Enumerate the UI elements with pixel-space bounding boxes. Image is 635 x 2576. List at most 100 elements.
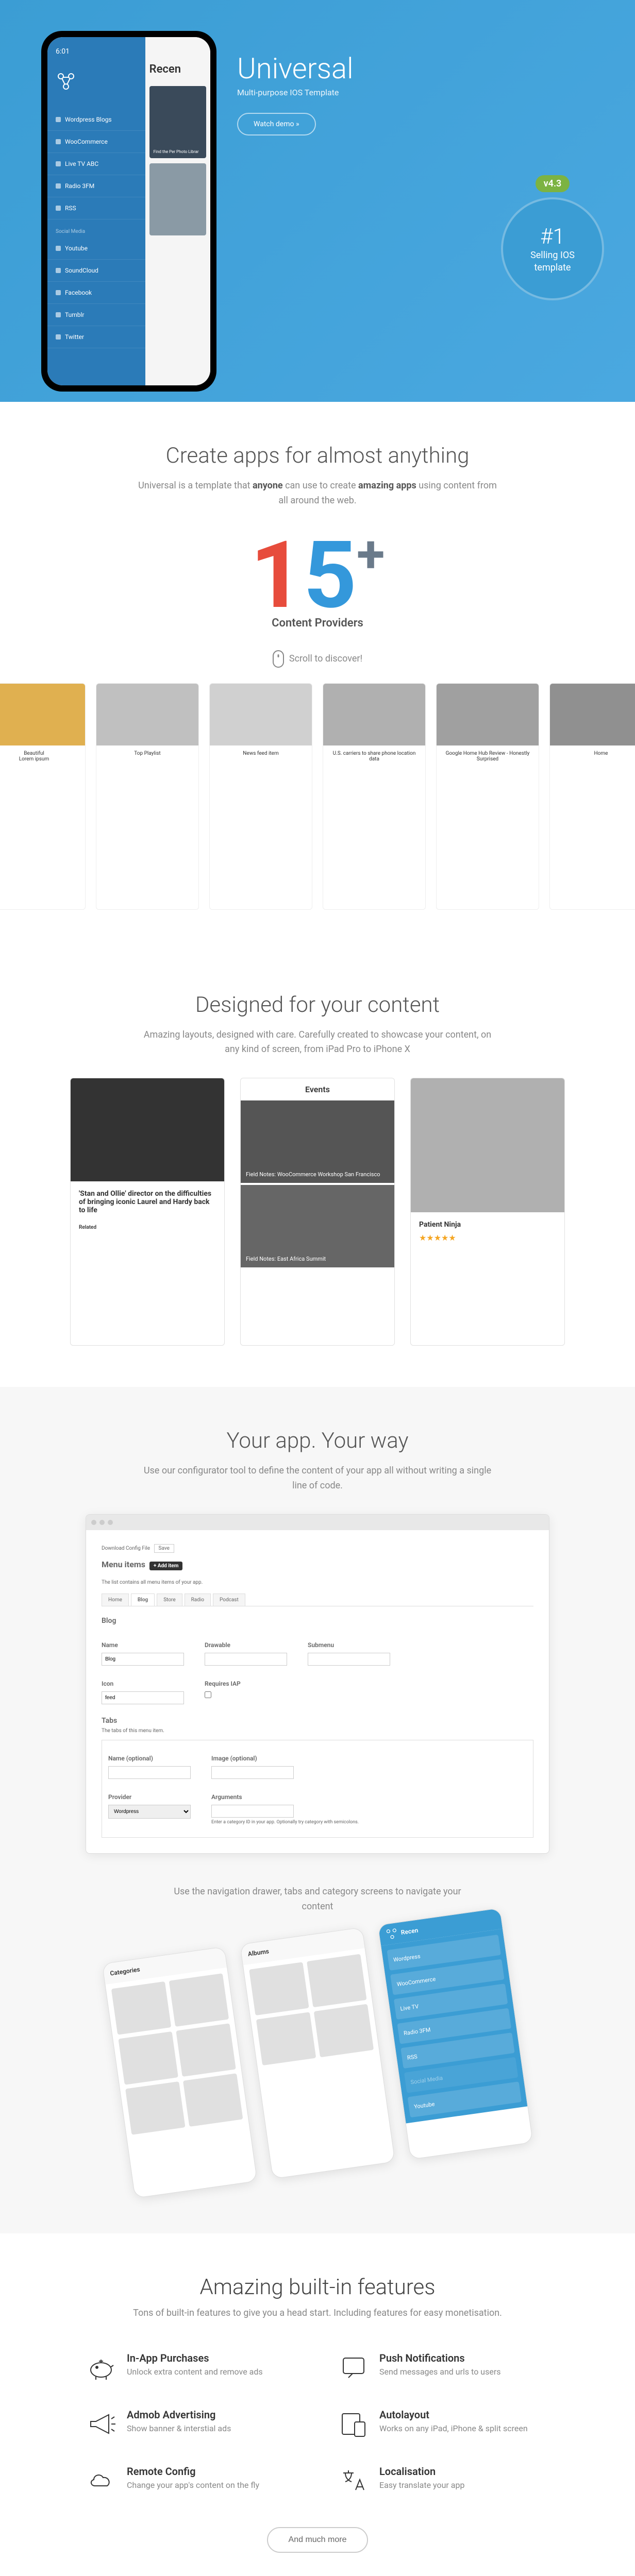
section-title: Create apps for almost anything bbox=[31, 443, 604, 468]
showcase-item: News feed item bbox=[209, 683, 312, 910]
feature-localisation: LocalisationEasy translate your app bbox=[338, 2465, 549, 2496]
piggy-bank-icon bbox=[86, 2352, 116, 2383]
tab-image-input[interactable] bbox=[211, 1766, 294, 1779]
hero-text: Universal Multi-purpose IOS Template Wat… bbox=[237, 31, 594, 135]
cloud-icon bbox=[86, 2465, 116, 2496]
menu-item: Tumblr bbox=[47, 304, 145, 326]
config-tab[interactable]: Home bbox=[102, 1594, 129, 1606]
content-card: Find the Per Photo Librar bbox=[149, 86, 206, 158]
feature-autolayout: AutolayoutWorks on any iPad, iPhone & sp… bbox=[338, 2409, 549, 2439]
hero-section: 6:01 Wordpress Blogs WooCommerce Live TV… bbox=[0, 0, 635, 402]
showcase-item: Top Playlist bbox=[96, 683, 199, 910]
screen-card: Patient Ninja★★★★★ bbox=[410, 1078, 565, 1346]
section-desc: Use our configurator tool to define the … bbox=[137, 1464, 498, 1494]
scroll-hint: Scroll to discover! bbox=[31, 650, 604, 668]
create-apps-section: Create apps for almost anything Universa… bbox=[0, 402, 635, 951]
your-app-section: Your app. Your way Use our configurator … bbox=[0, 1387, 635, 2233]
showcase-row: BeautifulLorem ipsum Top Playlist News f… bbox=[0, 683, 635, 910]
menu-item: Twitter bbox=[47, 326, 145, 348]
window-controls bbox=[86, 1515, 549, 1530]
feature-push: Push NotificationsSend messages and urls… bbox=[338, 2352, 549, 2383]
config-tab[interactable]: Radio bbox=[185, 1594, 211, 1606]
phone-drawer: 6:01 Wordpress Blogs WooCommerce Live TV… bbox=[47, 37, 145, 385]
features-grid: In-App PurchasesUnlock extra content and… bbox=[86, 2352, 549, 2496]
feature-remote: Remote ConfigChange your app's content o… bbox=[86, 2465, 297, 2496]
menu-item: Facebook bbox=[47, 282, 145, 304]
save-button[interactable]: Save bbox=[154, 1544, 174, 1553]
rank-circle: #1 Selling IOStemplate bbox=[501, 197, 604, 300]
menu-section: Social Media bbox=[47, 219, 145, 238]
tab-name-input[interactable] bbox=[108, 1766, 191, 1779]
hero-title: Universal bbox=[237, 52, 594, 86]
cart-icon bbox=[56, 139, 61, 144]
more-button[interactable]: And much more bbox=[267, 2527, 369, 2553]
mini-phone: Albums bbox=[240, 1927, 395, 2179]
translate-icon bbox=[338, 2465, 369, 2496]
phone-content: Recen Find the Per Photo Librar bbox=[145, 37, 210, 385]
hero-badge: v4.3 #1 Selling IOStemplate bbox=[501, 175, 604, 300]
mini-phone: Categories bbox=[102, 1946, 258, 2198]
features-title: Amazing built-in features bbox=[52, 2275, 583, 2300]
showcase-item: Google Home Hub Review - Honestly Surpri… bbox=[436, 683, 539, 910]
menu-item: Youtube bbox=[47, 238, 145, 260]
config-heading: Menu items + Add item bbox=[102, 1560, 533, 1569]
designed-section: Designed for your content Amazing layout… bbox=[0, 951, 635, 1387]
rss-icon bbox=[56, 206, 61, 211]
hero-subtitle: Multi-purpose IOS Template bbox=[237, 88, 594, 97]
features-section: Amazing built-in features Tons of built-… bbox=[0, 2233, 635, 2576]
screen-card: 'Stan and Ollie' director on the difficu… bbox=[70, 1078, 225, 1346]
nav-desc: Use the navigation drawer, tabs and cate… bbox=[163, 1885, 472, 1914]
soundcloud-icon bbox=[56, 268, 61, 273]
mouse-icon bbox=[273, 650, 284, 668]
section-title: Designed for your content bbox=[31, 992, 604, 1018]
watch-demo-button[interactable]: Watch demo » bbox=[237, 113, 316, 135]
menu-item: RSS bbox=[47, 197, 145, 219]
showcase-item: U.S. carriers to share phone location da… bbox=[323, 683, 426, 910]
showcase-item: Home bbox=[549, 683, 635, 910]
args-input[interactable] bbox=[211, 1805, 294, 1818]
provider-count: 15+ bbox=[31, 529, 604, 622]
section-desc: Amazing layouts, designed with care. Car… bbox=[137, 1028, 498, 1058]
icon-input[interactable] bbox=[102, 1691, 184, 1704]
app-logo-icon bbox=[47, 66, 145, 109]
provider-select[interactable]: Wordpress bbox=[108, 1805, 191, 1819]
menu-item: SoundCloud bbox=[47, 260, 145, 282]
radio-icon bbox=[56, 183, 61, 189]
config-tab[interactable]: Podcast bbox=[213, 1594, 245, 1606]
app-logo-icon bbox=[385, 1927, 399, 1941]
name-input[interactable] bbox=[102, 1653, 184, 1666]
config-window: Download Config File Save Menu items + A… bbox=[86, 1514, 549, 1854]
menu-item: Wordpress Blogs bbox=[47, 109, 145, 131]
menu-item: Radio 3FM bbox=[47, 175, 145, 197]
three-screens: 'Stan and Ollie' director on the difficu… bbox=[31, 1078, 604, 1346]
config-tab[interactable]: Blog bbox=[131, 1594, 155, 1606]
drawable-input[interactable] bbox=[205, 1653, 287, 1666]
tumblr-icon bbox=[56, 312, 61, 317]
megaphone-icon bbox=[86, 2409, 116, 2439]
twitter-icon bbox=[56, 334, 61, 340]
iap-checkbox[interactable] bbox=[205, 1691, 211, 1698]
version-pill: v4.3 bbox=[536, 175, 570, 192]
config-tab[interactable]: Store bbox=[157, 1594, 182, 1606]
three-phones: Categories Albums Recen Wordpress WooCom… bbox=[17, 1896, 617, 2210]
facebook-icon bbox=[56, 290, 61, 295]
section-desc: Universal is a template that anyone can … bbox=[137, 479, 498, 509]
provider-label: Content Providers bbox=[31, 617, 604, 630]
add-item-button[interactable]: + Add item bbox=[149, 1562, 183, 1570]
status-time: 6:01 bbox=[47, 47, 145, 66]
showcase-item: BeautifulLorem ipsum bbox=[0, 683, 86, 910]
features-sub: Tons of built-in features to give you a … bbox=[52, 2306, 583, 2321]
youtube-icon bbox=[56, 246, 61, 251]
content-title: Recen bbox=[149, 63, 206, 76]
feature-admob: Admob AdvertisingShow banner & interstia… bbox=[86, 2409, 297, 2439]
feed-icon bbox=[56, 117, 61, 122]
devices-icon bbox=[338, 2409, 369, 2439]
section-title: Your app. Your way bbox=[31, 1428, 604, 1453]
content-card bbox=[149, 163, 206, 235]
mini-phone-drawer: Recen Wordpress WooCommerce Live TV Radi… bbox=[378, 1908, 533, 2160]
rank-number: #1 bbox=[540, 224, 565, 249]
submenu-input[interactable] bbox=[308, 1653, 390, 1666]
menu-item: Live TV ABC bbox=[47, 153, 145, 175]
feature-iap: In-App PurchasesUnlock extra content and… bbox=[86, 2352, 297, 2383]
config-tabs: Home Blog Store Radio Podcast bbox=[102, 1594, 533, 1606]
